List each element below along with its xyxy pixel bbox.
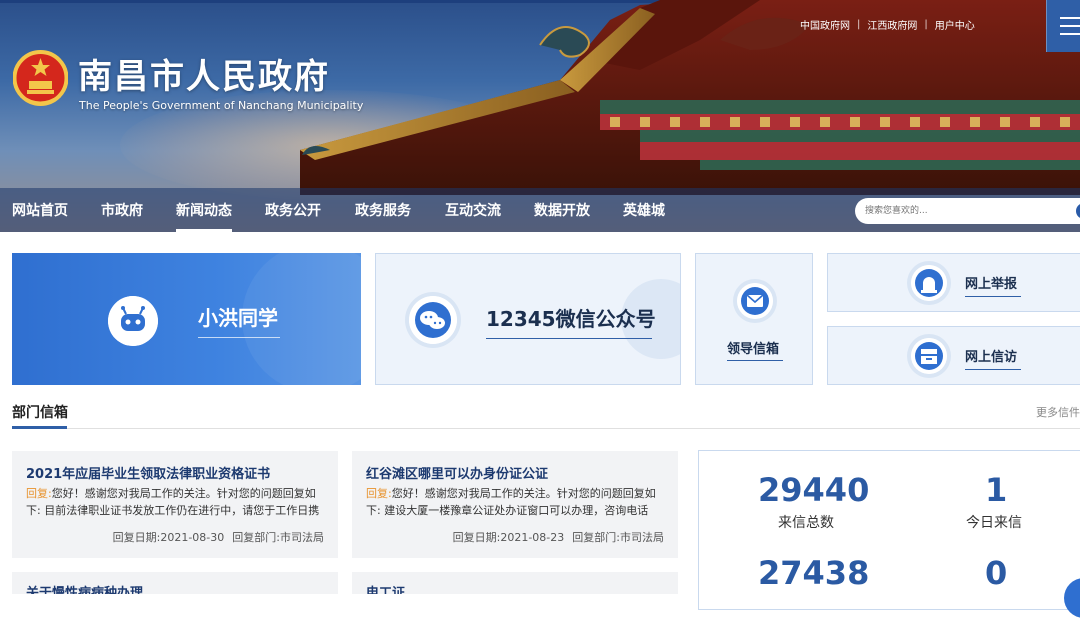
- menu-toggle-button[interactable]: [1046, 0, 1080, 52]
- letter-card[interactable]: 红谷滩区哪里可以办身份证公证 回复:您好！感谢您对我局工作的关注。针对您的问题回…: [352, 451, 678, 558]
- today-letters-label: 今日来信: [966, 515, 1022, 531]
- nav-municipal-gov[interactable]: 市政府: [101, 188, 143, 232]
- robot-icon: [108, 296, 158, 346]
- card-underline: [727, 360, 783, 361]
- top-link-jiangxi-gov[interactable]: 江西政府网: [867, 17, 917, 32]
- nav-hero-city[interactable]: 英雄城: [623, 188, 665, 232]
- hamburger-icon-line: [1060, 25, 1080, 27]
- card-underline: [965, 296, 1021, 297]
- wechat-icon: [409, 296, 457, 344]
- card-underline: [486, 338, 652, 339]
- online-report-label: 网上举报: [965, 277, 1018, 292]
- wechat-card-label: 12345微信公众号: [486, 307, 656, 331]
- reply-text: 您好！感谢您对我局工作的关注。针对您的问题回复如下: 建设大厦一楼豫章公证处办证…: [366, 487, 656, 517]
- replied-letters-count: 27438: [758, 554, 870, 592]
- nav-gov-affairs-open[interactable]: 政务公开: [265, 188, 321, 232]
- xiaohong-assistant-card[interactable]: 小洪同学: [12, 253, 361, 385]
- search-box: [855, 198, 1080, 224]
- total-letters-count: 29440: [758, 471, 870, 509]
- letter-card[interactable]: 电工证: [352, 572, 678, 594]
- top-links: 中国政府网 | 江西政府网 | 用户中心: [800, 17, 975, 32]
- card-underline: [198, 337, 280, 338]
- letter-title[interactable]: 电工证: [366, 582, 405, 594]
- letter-card[interactable]: 关于慢性病病种办理: [12, 572, 338, 594]
- today-letters-count: 1: [985, 471, 1008, 509]
- top-link-separator: |: [924, 19, 928, 30]
- letter-card[interactable]: 2021年应届毕业生领取法律职业资格证书 回复:您好！感谢您对我局工作的关注。针…: [12, 451, 338, 558]
- letter-title[interactable]: 2021年应届毕业生领取法律职业资格证书: [26, 463, 270, 482]
- alarm-light-icon: [911, 265, 947, 301]
- search-input[interactable]: [865, 202, 1065, 220]
- site-subtitle: The People's Government of Nanchang Muni…: [79, 99, 364, 112]
- reply-label: 回复:: [366, 487, 392, 500]
- wechat-12345-card[interactable]: 12345微信公众号: [375, 253, 681, 385]
- section-divider: [12, 428, 1080, 429]
- reply-dept: 回复部门:市司法局: [232, 531, 324, 544]
- reply-date: 回复日期:2021-08-30: [112, 531, 225, 544]
- hamburger-icon-line: [1060, 33, 1080, 35]
- hamburger-icon-line: [1060, 17, 1080, 19]
- nav-gov-services[interactable]: 政务服务: [355, 188, 411, 232]
- nav-news[interactable]: 新闻动态: [176, 188, 232, 232]
- letter-reply-excerpt: 回复:您好！感谢您对我局工作的关注。针对您的问题回复如下: 目前法律职业证书发放…: [26, 485, 326, 519]
- more-letters-link[interactable]: 更多信件: [1036, 404, 1080, 420]
- card-underline: [965, 369, 1021, 370]
- site-title[interactable]: 南昌市人民政府: [78, 49, 330, 98]
- online-petition-card[interactable]: 网上信访: [827, 326, 1080, 385]
- online-report-card[interactable]: 网上举报: [827, 253, 1080, 312]
- reply-date: 回复日期:2021-08-23: [452, 531, 565, 544]
- letter-reply-excerpt: 回复:您好！感谢您对我局工作的关注。针对您的问题回复如下: 建设大厦一楼豫章公证…: [366, 485, 666, 519]
- letter-title[interactable]: 关于慢性病病种办理: [26, 582, 143, 594]
- pending-letters-count: 0: [985, 554, 1008, 592]
- section-title-underline: [12, 426, 67, 429]
- nav-open-data[interactable]: 数据开放: [534, 188, 590, 232]
- national-emblem-icon: [13, 50, 68, 106]
- reply-text: 您好！感谢您对我局工作的关注。针对您的问题回复如下: 目前法律职业证书发放工作仍…: [26, 487, 320, 517]
- letter-meta: 回复日期:2021-08-30 回复部门:市司法局: [113, 529, 324, 545]
- total-letters-label: 来信总数: [778, 515, 834, 531]
- top-link-gov-cn[interactable]: 中国政府网: [800, 17, 850, 32]
- letter-title[interactable]: 红谷滩区哪里可以办身份证公证: [366, 463, 548, 482]
- inbox-icon: [911, 338, 947, 374]
- online-petition-label: 网上信访: [965, 350, 1018, 365]
- letter-meta: 回复日期:2021-08-23 回复部门:市司法局: [453, 529, 664, 545]
- letter-stats-panel: 29440 来信总数 1 今日来信 27438 0: [698, 450, 1080, 610]
- reply-label: 回复:: [26, 487, 52, 500]
- mail-icon: [737, 283, 773, 319]
- top-link-separator: |: [857, 19, 861, 30]
- reply-dept: 回复部门:市司法局: [572, 531, 664, 544]
- leader-mailbox-label: 领导信箱: [727, 342, 780, 357]
- leader-mailbox-card[interactable]: 领导信箱: [695, 253, 813, 385]
- nav-interaction[interactable]: 互动交流: [445, 188, 501, 232]
- nav-home[interactable]: 网站首页: [12, 188, 68, 232]
- top-link-user-center[interactable]: 用户中心: [935, 17, 975, 32]
- section-title: 部门信箱: [12, 405, 68, 421]
- xiaohong-card-label: 小洪同学: [198, 306, 278, 330]
